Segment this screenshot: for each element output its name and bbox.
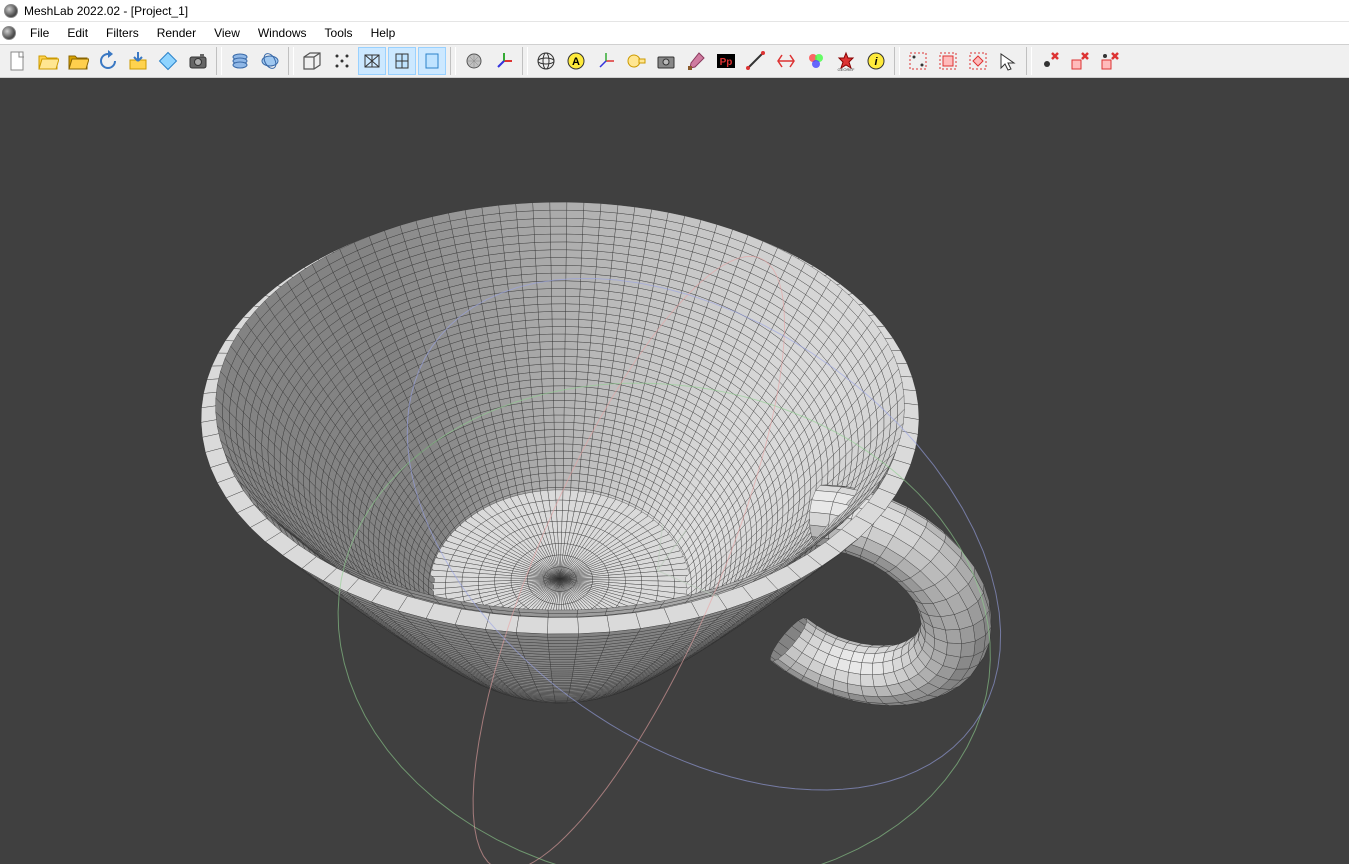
export-icon [127,50,149,72]
app-icon [4,4,18,18]
circle-a-icon [565,50,587,72]
tape-button[interactable] [622,47,650,75]
raster-icon [259,50,281,72]
flatlines-icon [391,50,413,72]
wire-icon [361,50,383,72]
toolbar-separator [894,47,900,75]
camera-persp-button[interactable] [652,47,680,75]
axes-button[interactable] [592,47,620,75]
sel-face-icon [937,50,959,72]
menu-file[interactable]: File [22,24,57,42]
select-vert-button[interactable] [904,47,932,75]
window-title: MeshLab 2022.02 - [Project_1] [24,4,188,18]
show-layers-button[interactable] [226,47,254,75]
folder-open-icon [37,50,59,72]
menu-edit[interactable]: Edit [59,24,96,42]
flat-fill-button[interactable] [418,47,446,75]
camera2-icon [655,50,677,72]
georef-button[interactable] [832,47,860,75]
trackball-button[interactable] [532,47,560,75]
delete-all-button[interactable] [1096,47,1124,75]
menu-windows[interactable]: Windows [250,24,315,42]
menu-view[interactable]: View [206,24,248,42]
del-vert-icon [1039,50,1061,72]
doc-icon [7,50,29,72]
new-project-button[interactable] [4,47,32,75]
toolbar-separator [288,47,294,75]
menu-render[interactable]: Render [149,24,204,42]
axes-color-icon [493,50,515,72]
sel-arrow-icon [997,50,1019,72]
wireframe-button[interactable] [358,47,386,75]
save-project-button[interactable] [154,47,182,75]
folder-open-dark-icon [67,50,89,72]
flat-icon [421,50,443,72]
smooth-render-button[interactable] [460,47,488,75]
menu-filters[interactable]: Filters [98,24,147,42]
delete-vert-button[interactable] [1036,47,1064,75]
bounding-box-button[interactable] [298,47,326,75]
sel-vert-icon [907,50,929,72]
del-face-icon [1069,50,1091,72]
georef-icon [835,50,857,72]
save-diamond-icon [157,50,179,72]
edge-decorator-button[interactable] [490,47,518,75]
cup-mesh [201,202,991,705]
export-mesh-button[interactable] [124,47,152,75]
circle-i-icon [865,50,887,72]
select-face-button[interactable] [934,47,962,75]
menu-bar: File Edit Filters Render View Windows To… [0,22,1349,44]
tape-icon [625,50,647,72]
reload-icon [97,50,119,72]
points-button[interactable] [328,47,356,75]
colorize-button[interactable] [802,47,830,75]
open-project-button[interactable] [34,47,62,75]
title-bar: MeshLab 2022.02 - [Project_1] [0,0,1349,22]
reload-button[interactable] [94,47,122,75]
del-all-icon [1099,50,1121,72]
show-raster-button[interactable] [256,47,284,75]
brush-icon [685,50,707,72]
toolbar [0,44,1349,78]
toolbar-separator [522,47,528,75]
smooth-icon [463,50,485,72]
flat-lines-button[interactable] [388,47,416,75]
annot-a-button[interactable] [562,47,590,75]
scene-canvas[interactable] [0,78,1349,864]
menu-help[interactable]: Help [363,24,404,42]
snapshot-button[interactable] [184,47,212,75]
viewport-3d[interactable] [0,78,1349,864]
rgb-icon [805,50,827,72]
doc-icon [2,26,16,40]
camera-icon [187,50,209,72]
menu-tools[interactable]: Tools [317,24,361,42]
ref-points-button[interactable] [712,47,740,75]
select-conn-button[interactable] [964,47,992,75]
paint-button[interactable] [682,47,710,75]
bbox-icon [301,50,323,72]
measure-icon [745,50,767,72]
layers-icon [229,50,251,72]
select-arrow-button[interactable] [994,47,1022,75]
toolbar-separator [1026,47,1032,75]
align-icon [775,50,797,72]
globe-icon [535,50,557,72]
delete-face-button[interactable] [1066,47,1094,75]
axes-icon [595,50,617,72]
pp-icon [715,50,737,72]
points-icon [331,50,353,72]
sel-conn-icon [967,50,989,72]
toolbar-separator [216,47,222,75]
toolbar-separator [450,47,456,75]
align-button[interactable] [772,47,800,75]
info-button[interactable] [862,47,890,75]
measure-button[interactable] [742,47,770,75]
import-mesh-button[interactable] [64,47,92,75]
